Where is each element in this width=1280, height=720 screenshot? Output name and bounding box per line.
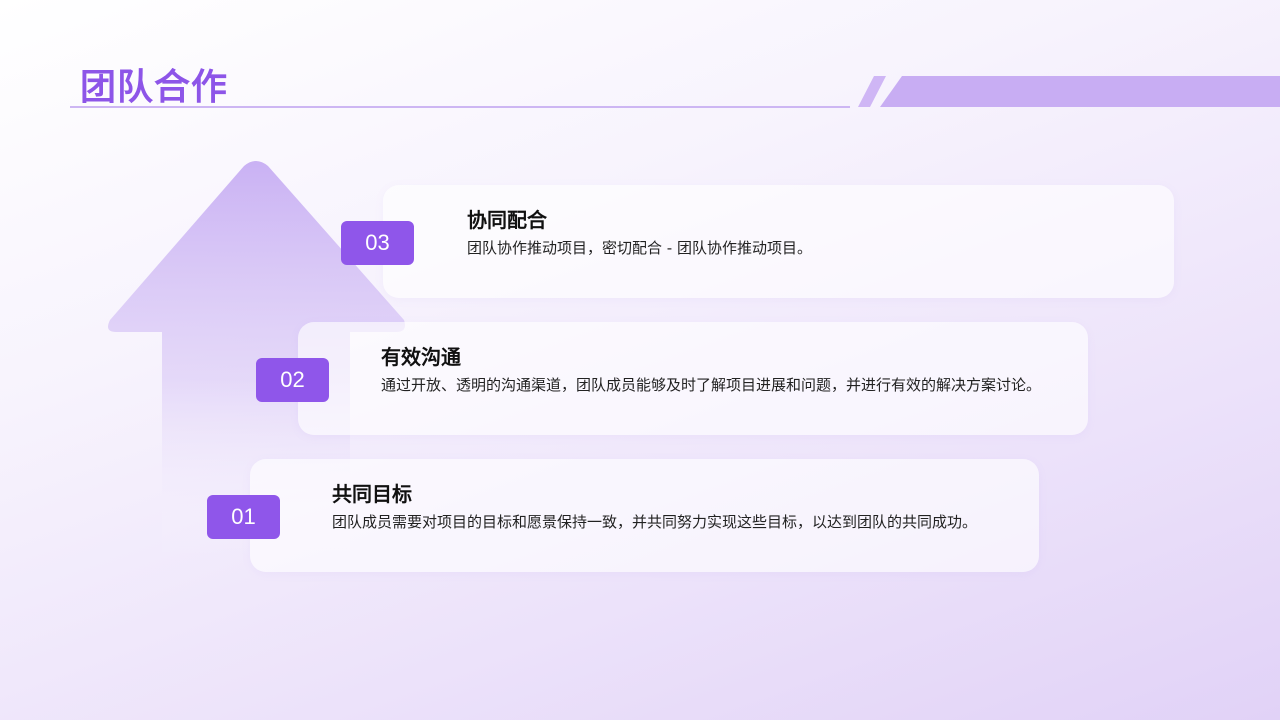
- step-badge-03: 03: [341, 221, 414, 265]
- step-badge-01: 01: [207, 495, 280, 539]
- step-description-03: 团队协作推动项目，密切配合 - 团队协作推动项目。: [467, 239, 812, 257]
- step-title-03: 协同配合: [467, 208, 547, 232]
- decorative-slash: [858, 76, 886, 107]
- step-title-01: 共同目标: [332, 482, 412, 506]
- step-description-01: 团队成员需要对项目的目标和愿景保持一致，并共同努力实现这些目标，以达到团队的共同…: [332, 513, 978, 531]
- step-title-02: 有效沟通: [381, 345, 461, 369]
- page-title: 团队合作: [80, 67, 229, 108]
- step-badge-02: 02: [256, 358, 329, 402]
- decorative-band: [880, 76, 1280, 107]
- title-underline: [70, 106, 850, 108]
- step-description-02: 通过开放、透明的沟通渠道，团队成员能够及时了解项目进展和问题，并进行有效的解决方…: [381, 376, 1042, 394]
